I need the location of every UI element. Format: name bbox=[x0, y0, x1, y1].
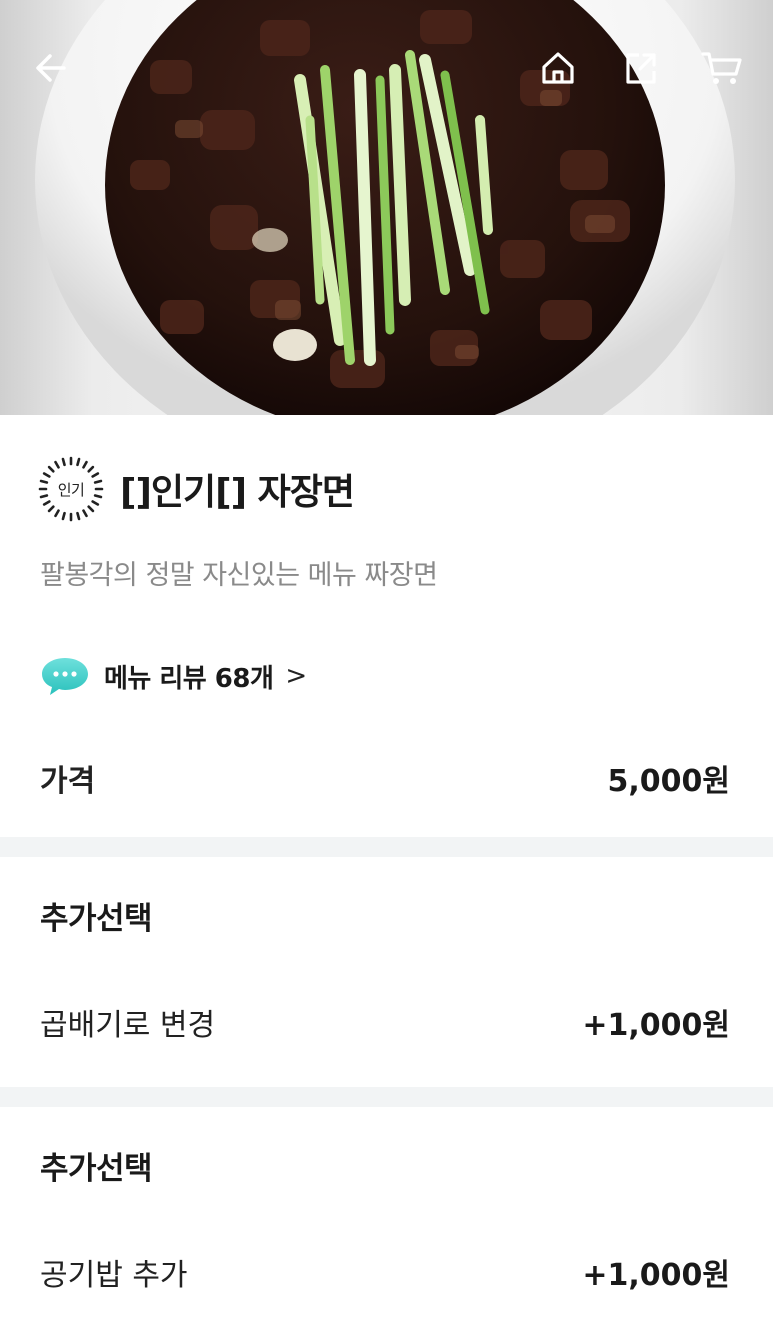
badge-ray bbox=[91, 472, 100, 478]
menu-review-link[interactable]: 메뉴 리뷰 68개 > bbox=[40, 654, 307, 698]
share-icon bbox=[626, 53, 656, 84]
option-item-label: 공기밥 추가 bbox=[40, 1258, 188, 1293]
badge-ray bbox=[82, 509, 88, 518]
menu-title-row: 인기 []인기[] 자장면 bbox=[38, 455, 355, 523]
badge-ray bbox=[54, 460, 60, 469]
badge-ray bbox=[87, 465, 95, 473]
chevron-right-icon: > bbox=[285, 661, 308, 691]
price-row: 가격 5,000원 bbox=[40, 756, 730, 800]
badge-ray bbox=[76, 457, 81, 467]
badge-ray bbox=[47, 465, 55, 473]
badge-ray bbox=[54, 509, 60, 518]
section-divider bbox=[0, 837, 773, 857]
menu-title: []인기[] 자장면 bbox=[120, 472, 355, 513]
badge-ray bbox=[47, 505, 55, 513]
badge-ray bbox=[39, 494, 49, 499]
menu-description: 팔봉각의 정말 자신있는 메뉴 짜장면 bbox=[40, 560, 438, 591]
badge-label: 인기 bbox=[57, 480, 85, 499]
price-label: 가격 bbox=[40, 764, 96, 799]
price-value: 5,000원 bbox=[607, 764, 731, 799]
option-section-title: 추가선택 bbox=[40, 901, 153, 937]
option-item-price: +1,000원 bbox=[582, 1008, 730, 1043]
menu-hero-image bbox=[0, 0, 773, 415]
option-item-large-size[interactable]: 곱배기로 변경 +1,000원 bbox=[40, 1000, 730, 1044]
share-button[interactable] bbox=[617, 44, 665, 92]
cart-icon bbox=[701, 52, 742, 84]
badge-ray bbox=[39, 479, 49, 484]
back-button[interactable] bbox=[27, 44, 75, 92]
badge-ray bbox=[82, 460, 88, 469]
badge-ray bbox=[93, 494, 103, 499]
badge-ray bbox=[42, 472, 51, 478]
section-divider bbox=[0, 1087, 773, 1107]
option-item-label: 곱배기로 변경 bbox=[40, 1008, 216, 1043]
back-arrow-icon bbox=[36, 54, 66, 82]
badge-ray bbox=[87, 505, 95, 513]
badge-ray bbox=[61, 457, 66, 467]
cart-button[interactable] bbox=[698, 44, 746, 92]
badge-ray bbox=[61, 511, 66, 521]
option-item-price: +1,000원 bbox=[582, 1258, 730, 1293]
review-count-label: 메뉴 리뷰 68개 bbox=[104, 663, 274, 694]
popular-badge: 인기 bbox=[38, 456, 104, 522]
badge-ray bbox=[42, 500, 51, 506]
badge-ray bbox=[93, 479, 103, 484]
option-item-add-rice[interactable]: 공기밥 추가 +1,000원 bbox=[40, 1250, 730, 1294]
home-icon bbox=[542, 52, 574, 84]
speech-bubble-icon bbox=[42, 658, 88, 695]
badge-ray bbox=[76, 511, 81, 521]
badge-ray bbox=[91, 500, 100, 506]
option-section-title: 추가선택 bbox=[40, 1151, 153, 1187]
home-button[interactable] bbox=[534, 44, 582, 92]
